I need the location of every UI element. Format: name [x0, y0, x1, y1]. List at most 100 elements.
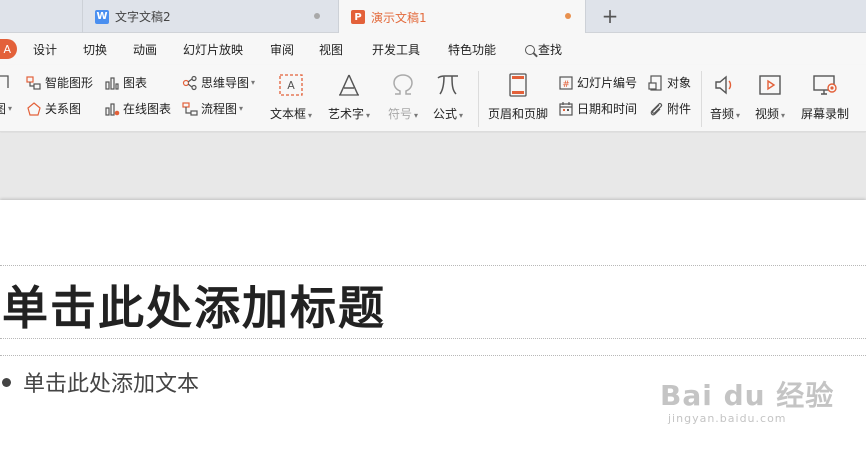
screen-record-button[interactable]: 屏幕录制 — [801, 71, 849, 122]
chart-button[interactable]: 图表 — [104, 74, 147, 91]
symbol-button[interactable]: 符号 ▾ — [388, 71, 418, 122]
dropdown-caret-icon: ▾ — [736, 111, 741, 120]
partial-icon — [858, 71, 866, 99]
audio-button[interactable]: 音频 ▾ — [710, 71, 740, 122]
datetime-button[interactable]: 日期和时间 — [558, 100, 637, 117]
insert-ribbon: 图 ▾ 智能图形 图表 思维导图 ▾ 关系图 在线图表 流程图 ▾ A 文本框 ▾ 艺术… — [0, 65, 866, 132]
baidu-jingyan-watermark: Bai du 经验 jingyan.baidu.com — [660, 374, 834, 425]
smartart-label: 智能图形 — [45, 76, 94, 90]
video-label: 视频 — [755, 107, 780, 121]
textbox-label: 文本框 — [270, 107, 307, 121]
symbol-label: 符号 — [388, 107, 413, 121]
slide-number-icon: # — [559, 75, 573, 90]
presentation-doc-icon: P — [351, 10, 365, 24]
wordart-icon — [334, 71, 364, 99]
flowchart-icon — [182, 101, 198, 116]
textbox-button[interactable]: A 文本框 ▾ — [270, 71, 312, 122]
online-chart-button[interactable]: 在线图表 — [104, 100, 171, 117]
object-button[interactable]: 对象 — [648, 74, 691, 91]
slide-canvas[interactable]: 单击此处添加标题 单击此处添加文本 — [0, 200, 866, 468]
title-placeholder[interactable]: 单击此处添加标题 — [2, 272, 386, 338]
relation-chart-icon — [27, 101, 41, 116]
start-menu-button[interactable]: A — [0, 39, 17, 59]
relation-chart-button[interactable]: 关系图 — [26, 100, 81, 117]
menu-animation[interactable]: 动画 — [133, 41, 157, 58]
dropdown-caret-icon: ▾ — [781, 111, 786, 120]
textbox-icon: A — [276, 71, 306, 99]
menu-search-label: 查找 — [538, 43, 563, 57]
ribbon-separator — [701, 71, 702, 127]
menu-search[interactable]: 查找 — [525, 41, 562, 58]
bullet-icon — [2, 377, 11, 387]
menu-review[interactable]: 审阅 — [270, 41, 294, 58]
dropdown-caret-icon: ▾ — [414, 111, 419, 120]
header-footer-button[interactable]: 页眉和页脚 — [488, 71, 548, 122]
formula-button[interactable]: 公式 ▾ — [433, 71, 463, 122]
bar-chart-icon — [105, 76, 119, 90]
chart-label: 图表 — [123, 76, 148, 90]
video-icon — [755, 71, 785, 99]
relation-chart-label: 关系图 — [45, 102, 82, 116]
menu-slideshow[interactable]: 幻灯片放映 — [183, 41, 243, 58]
pi-formula-icon — [433, 71, 463, 99]
cut-off-left-bottom-button[interactable]: 图 ▾ — [0, 100, 12, 117]
mindmap-button[interactable]: 思维导图 ▾ — [182, 74, 255, 91]
smartart-button[interactable]: 智能图形 — [26, 74, 93, 91]
screen-record-label: 屏幕录制 — [801, 107, 850, 121]
video-button[interactable]: 视频 ▾ — [755, 71, 785, 122]
shape-icon — [0, 75, 9, 88]
title-placeholder-top-border — [0, 265, 866, 266]
wordart-label: 艺术字 — [328, 107, 365, 121]
online-chart-label: 在线图表 — [123, 102, 172, 116]
body-placeholder-top-border — [0, 355, 866, 356]
title-placeholder-bottom-border — [0, 338, 866, 339]
cut-off-right-button[interactable]: F — [858, 71, 866, 119]
tab-close-dot-icon[interactable] — [565, 13, 571, 19]
dropdown-caret-icon: ▾ — [308, 111, 313, 120]
menu-design[interactable]: 设计 — [33, 41, 57, 58]
flowchart-label: 流程图 — [201, 102, 238, 116]
wordart-button[interactable]: 艺术字 ▾ — [328, 71, 370, 122]
menu-transition[interactable]: 切换 — [83, 41, 107, 58]
online-chart-icon — [105, 102, 120, 116]
attachment-label: 附件 — [667, 102, 692, 116]
object-icon — [648, 74, 662, 91]
tab-title: 演示文稿1 — [371, 10, 427, 25]
mindmap-icon — [182, 75, 197, 90]
menu-developer[interactable]: 开发工具 — [372, 41, 420, 58]
screen-record-icon — [810, 71, 840, 99]
cut-off-label: 图 — [0, 102, 7, 116]
header-footer-icon — [503, 71, 533, 99]
new-tab-plus-icon[interactable]: + — [598, 4, 622, 28]
audio-label: 音频 — [710, 107, 735, 121]
paperclip-icon — [650, 102, 663, 115]
tab-presentation-document[interactable]: P 演示文稿1 — [338, 0, 586, 34]
speaker-icon — [710, 71, 740, 99]
flowchart-button[interactable]: 流程图 ▾ — [182, 100, 243, 117]
menu-features[interactable]: 特色功能 — [448, 41, 496, 58]
smartart-icon — [26, 75, 41, 90]
dropdown-caret-icon: ▾ — [251, 78, 256, 87]
dropdown-caret-icon: ▾ — [459, 111, 464, 120]
tab-writer-document[interactable]: W 文字文稿2 — [82, 0, 334, 33]
header-footer-label: 页眉和页脚 — [488, 107, 549, 121]
cut-off-left-top-button[interactable] — [0, 74, 13, 90]
formula-label: 公式 — [433, 107, 458, 121]
writer-doc-icon: W — [95, 9, 109, 24]
search-icon — [525, 45, 535, 55]
mindmap-label: 思维导图 — [201, 76, 250, 90]
body-placeholder-text: 单击此处添加文本 — [23, 372, 200, 397]
tab-close-dot-icon[interactable] — [314, 13, 320, 19]
document-tab-strip: W 文字文稿2 P 演示文稿1 + — [0, 0, 866, 34]
body-placeholder[interactable]: 单击此处添加文本 — [2, 366, 199, 398]
svg-text:#: # — [562, 80, 570, 90]
dropdown-caret-icon: ▾ — [239, 104, 244, 113]
attachment-button[interactable]: 附件 — [648, 100, 691, 117]
menu-view[interactable]: 视图 — [319, 41, 343, 58]
omega-symbol-icon — [388, 71, 418, 99]
dropdown-caret-icon: ▾ — [8, 104, 13, 113]
calendar-icon — [559, 101, 573, 116]
ribbon-separator — [478, 71, 479, 127]
dropdown-caret-icon: ▾ — [366, 111, 371, 120]
slide-number-button[interactable]: # 幻灯片编号 — [558, 74, 637, 91]
